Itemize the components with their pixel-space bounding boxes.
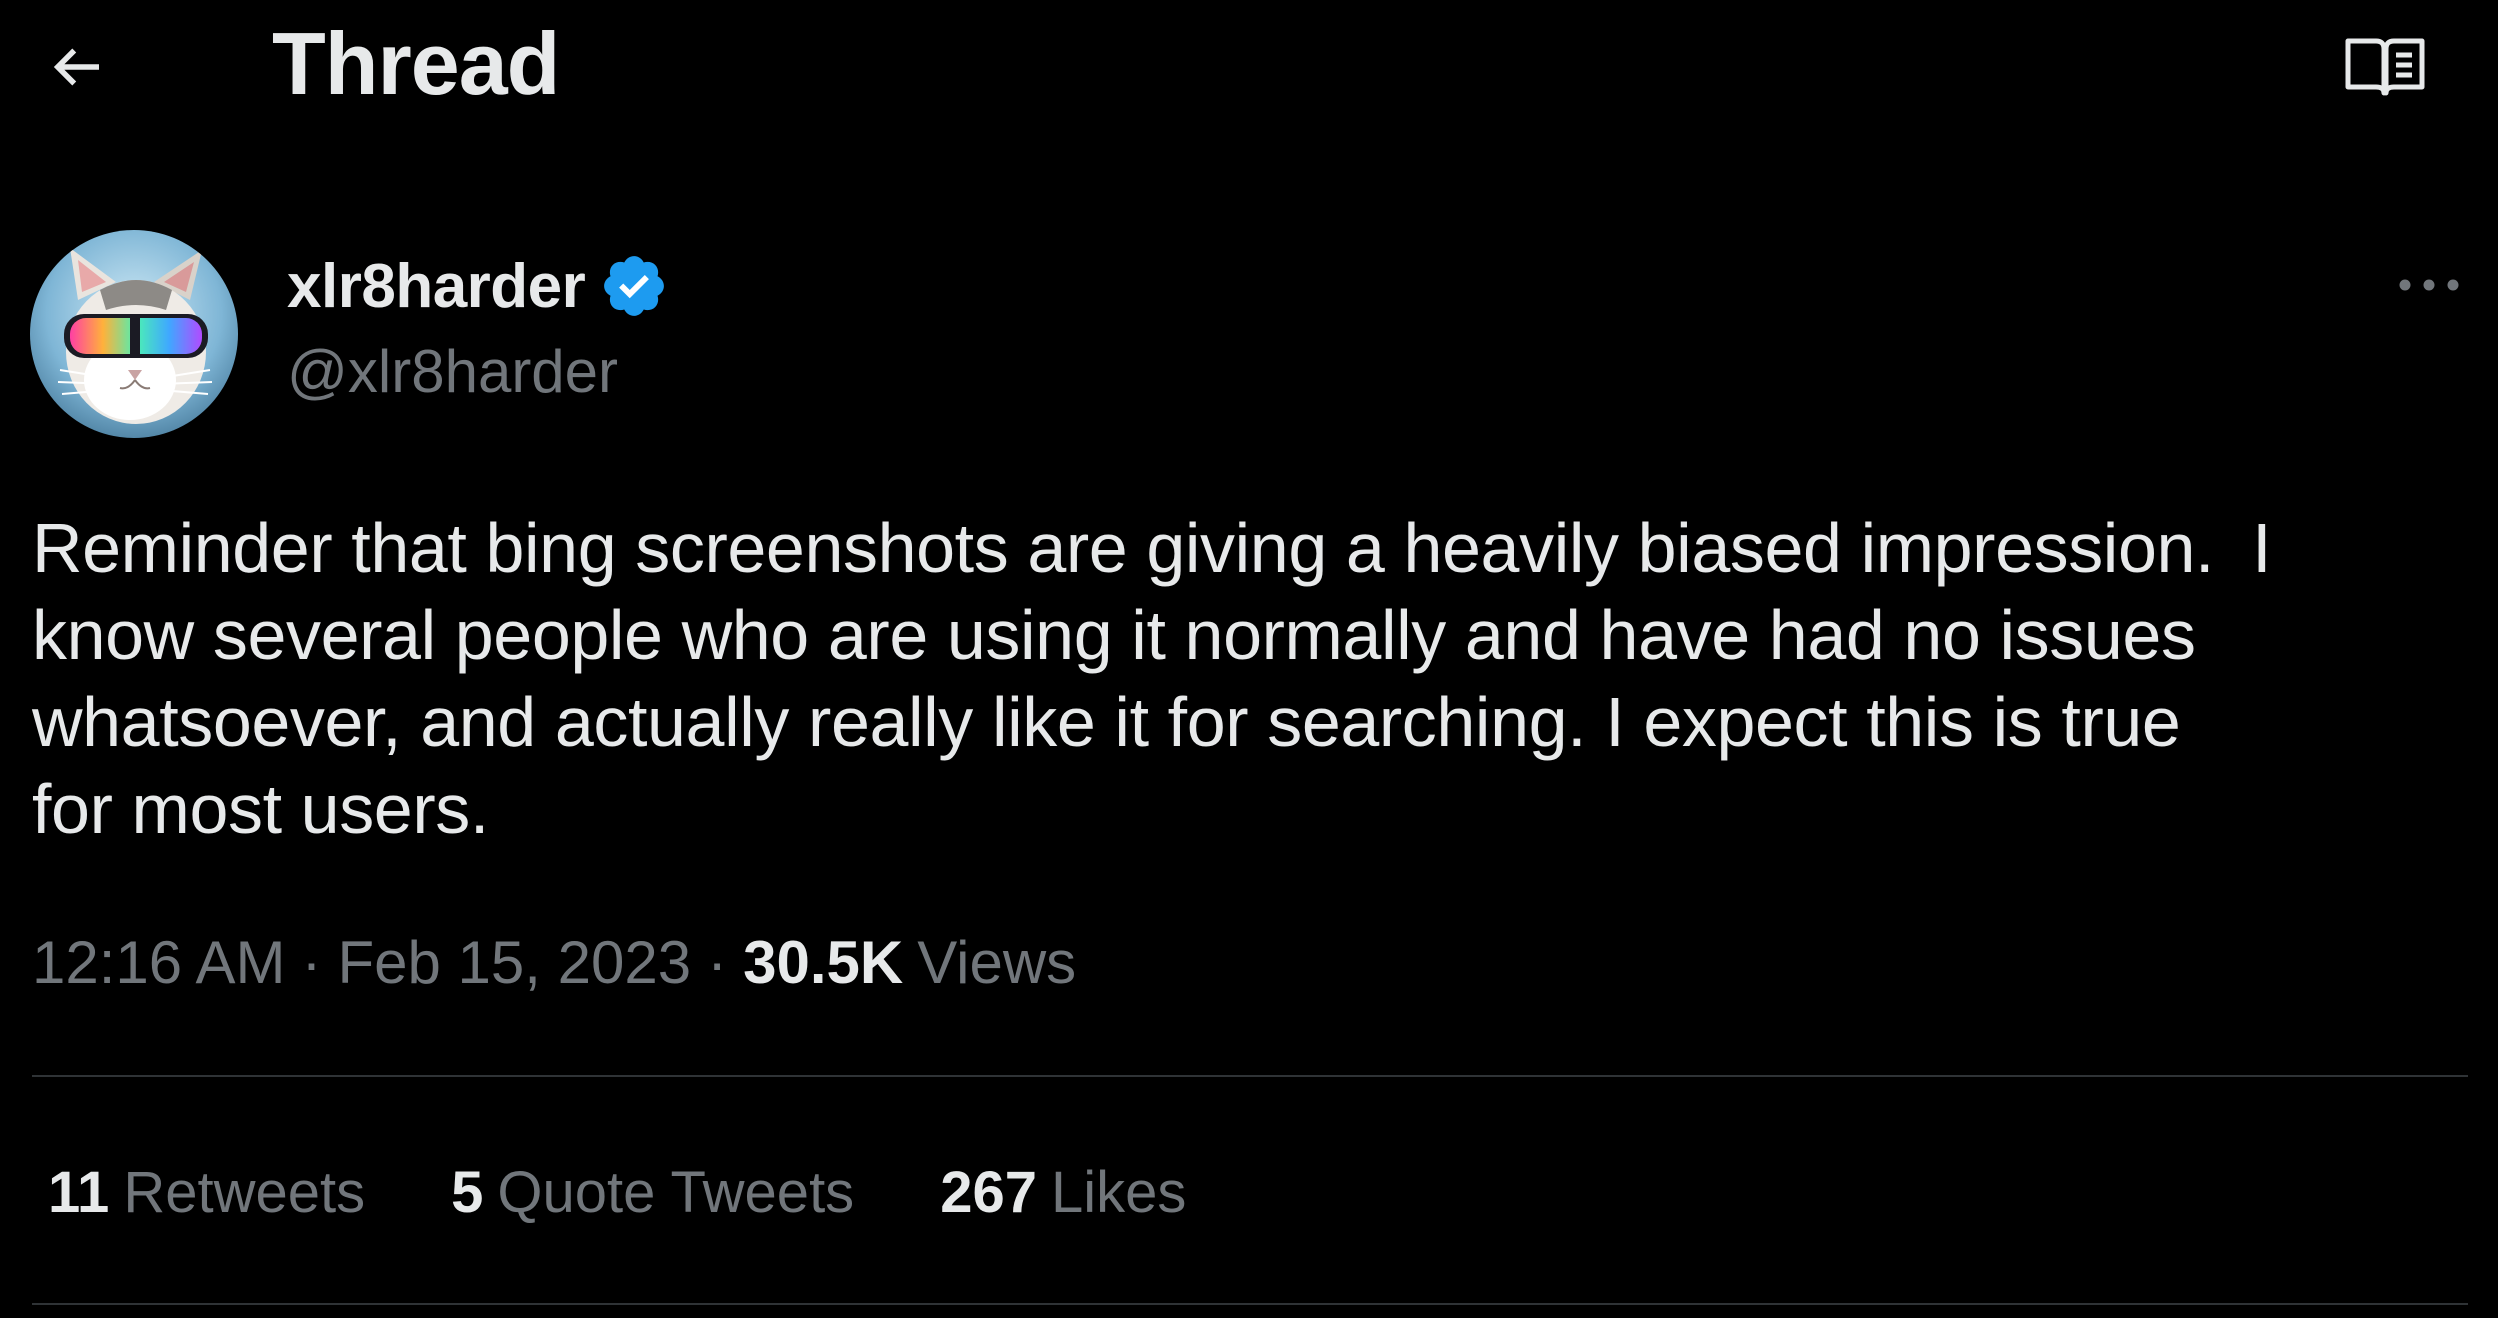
back-button[interactable] — [32, 22, 122, 112]
meta-separator: · — [707, 928, 728, 996]
arrow-left-icon — [53, 48, 99, 86]
retweets-label: Retweets — [123, 1159, 366, 1225]
quote-tweets-count: 5 — [451, 1159, 484, 1225]
retweets-count: 11 — [48, 1159, 110, 1225]
open-book-icon — [2345, 38, 2425, 96]
likes-stat[interactable]: 267 Likes — [940, 1159, 1186, 1226]
more-horizontal-icon — [2399, 279, 2459, 291]
tweet-text: Reminder that bing screenshots are givin… — [32, 509, 2272, 848]
tweet-date[interactable]: Feb 15, 2023 — [338, 928, 692, 997]
more-options-button[interactable] — [2384, 250, 2474, 320]
meta-separator: · — [301, 928, 322, 996]
tweet-meta: 12:16 AM · Feb 15, 2023 · 30.5K Views — [32, 920, 1076, 1004]
author-handle[interactable]: @xlr8harder — [287, 332, 618, 412]
views-count: 30.5K — [743, 928, 904, 996]
author-name-row: xlr8harder — [287, 246, 669, 326]
tweet-time[interactable]: 12:16 AM — [32, 928, 286, 997]
quote-tweets-stat[interactable]: 5 Quote Tweets — [451, 1159, 854, 1226]
divider — [32, 1075, 2468, 1077]
divider — [32, 1303, 2468, 1305]
page-title: Thread — [272, 14, 560, 113]
retweets-stat[interactable]: 11 Retweets — [48, 1159, 365, 1226]
verified-badge-icon[interactable] — [599, 251, 669, 321]
quote-tweets-label: Quote Tweets — [497, 1159, 855, 1225]
likes-label: Likes — [1050, 1159, 1187, 1225]
likes-count: 267 — [940, 1159, 1037, 1225]
cat-with-rainbow-goggles-avatar — [30, 230, 238, 438]
tweet-stats: 11 Retweets 5 Quote Tweets 267 Likes — [48, 1150, 1186, 1234]
avatar[interactable] — [30, 230, 238, 438]
author-display-name[interactable]: xlr8harder — [287, 251, 586, 322]
reader-mode-button[interactable] — [2330, 22, 2440, 112]
views-label: Views — [917, 928, 1077, 996]
